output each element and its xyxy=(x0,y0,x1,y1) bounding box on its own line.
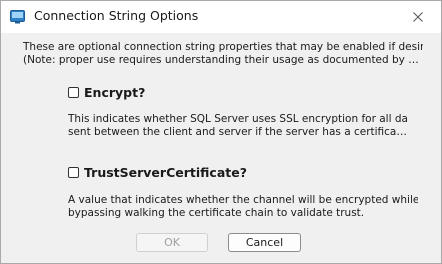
close-button[interactable] xyxy=(395,1,441,32)
intro-text-line-2: (Note: proper use requires understanding… xyxy=(23,54,425,66)
trust-server-certificate-description-line-2: bypassing walking the certificate chain … xyxy=(68,207,365,219)
dialog-title: Connection String Options xyxy=(34,8,199,23)
encrypt-label[interactable]: Encrypt? xyxy=(84,85,145,100)
intro-text-line-1: These are optional connection string pro… xyxy=(23,41,423,53)
connection-string-options-dialog: Connection String Options These are opti… xyxy=(0,0,442,264)
trust-server-certificate-checkbox[interactable] xyxy=(68,167,79,178)
close-icon xyxy=(413,7,423,26)
trust-server-certificate-option[interactable]: TrustServerCertificate? xyxy=(68,165,247,180)
trust-server-certificate-label[interactable]: TrustServerCertificate? xyxy=(84,165,247,180)
title-bar[interactable]: Connection String Options xyxy=(1,1,441,33)
connection-icon xyxy=(10,9,25,24)
ok-button[interactable]: OK xyxy=(136,233,208,252)
encrypt-checkbox[interactable] xyxy=(68,87,79,98)
encrypt-option[interactable]: Encrypt? xyxy=(68,85,145,100)
encrypt-description-line-1: This indicates whether SQL Server uses S… xyxy=(68,113,408,125)
encrypt-description-line-2: sent between the client and server if th… xyxy=(68,126,408,138)
trust-server-certificate-description-line-1: A value that indicates whether the chann… xyxy=(68,194,418,206)
cancel-button[interactable]: Cancel xyxy=(228,233,301,252)
